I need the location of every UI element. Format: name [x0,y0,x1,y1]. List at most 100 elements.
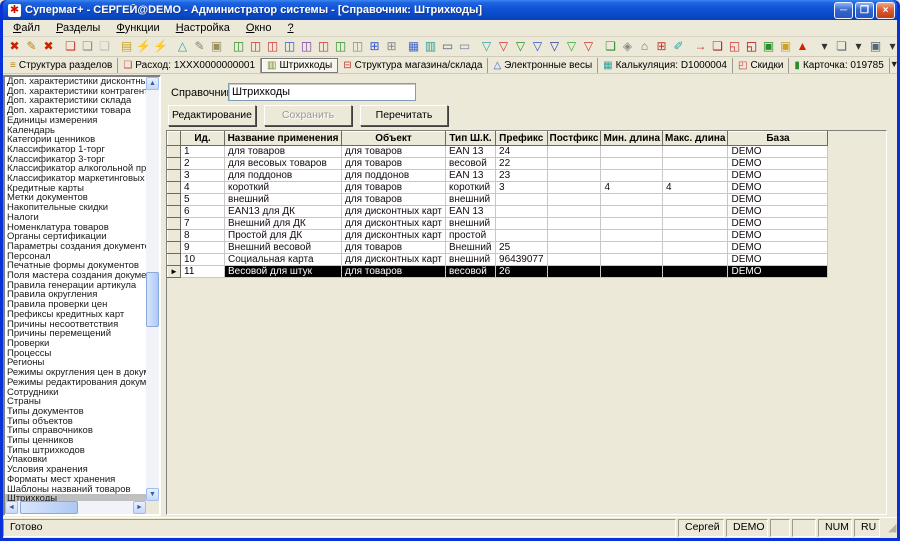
table-cell[interactable]: 11 [181,266,225,278]
table-cell[interactable] [547,182,601,194]
toolbar-icon-2[interactable]: ✎ [23,38,40,55]
table-cell[interactable]: 4 [601,182,663,194]
row-selector[interactable] [168,158,181,170]
table-cell[interactable]: DEMO [728,266,828,278]
table-cell[interactable] [663,170,728,182]
table-cell[interactable]: Внешний весовой [225,242,342,254]
table-row[interactable]: 6EAN13 для ДКдля дисконтных картEAN 13DE… [168,206,828,218]
table-cell[interactable] [547,146,601,158]
menu-item-4[interactable]: Настройка [168,21,238,35]
table-cell[interactable] [663,206,728,218]
toolbar-icon-15[interactable]: ◫ [264,38,281,55]
table-cell[interactable]: для дисконтных карт [342,206,446,218]
toolbar-icon-26[interactable]: ▭ [456,38,473,55]
toolbar-icon-12[interactable]: ▣ [208,38,225,55]
row-selector[interactable] [168,254,181,266]
row-selector[interactable] [168,146,181,158]
table-cell[interactable] [601,158,663,170]
minimize-button[interactable]: ─ [834,2,853,19]
table-cell[interactable]: 1 [181,146,225,158]
table-cell[interactable] [547,218,601,230]
table-cell[interactable] [663,146,728,158]
table-row[interactable]: 2для весовых товаровдля товароввесовой22… [168,158,828,170]
toolbar-icon-33[interactable]: ▽ [580,38,597,55]
tab-2[interactable]: ❏Расход: 1XXX0000000001 [118,58,261,73]
edit-button[interactable]: Редактирование [168,105,256,126]
table-cell[interactable] [663,266,728,278]
sidebar-item[interactable]: Штрихкоды [5,494,146,501]
toolbar-icon-42[interactable]: ◱ [743,38,760,55]
table-cell[interactable] [601,254,663,266]
column-header[interactable]: Тип Ш.К. [446,132,496,146]
table-cell[interactable] [601,146,663,158]
toolbar-icon-11[interactable]: ✎ [191,38,208,55]
table-cell[interactable]: весовой [446,266,496,278]
table-cell[interactable]: внешний [225,194,342,206]
table-cell[interactable]: 8 [181,230,225,242]
table-cell[interactable]: 4 [663,182,728,194]
close-button[interactable]: × [876,2,895,19]
toolbar-icon-21[interactable]: ⊞ [366,38,383,55]
maximize-button[interactable]: ❐ [855,2,874,19]
table-cell[interactable]: 6 [181,206,225,218]
toolbar-icon-24[interactable]: ▥ [422,38,439,55]
table-cell[interactable]: для дисконтных карт [342,218,446,230]
toolbar-icon-16[interactable]: ◫ [281,38,298,55]
toolbar-icon-41[interactable]: ◱ [726,38,743,55]
toolbar-icon-9[interactable]: ⚡ [152,38,169,55]
reread-button[interactable]: Перечитать [360,105,448,126]
table-cell[interactable] [547,230,601,242]
table-cell[interactable] [663,194,728,206]
table-cell[interactable] [547,266,601,278]
column-header[interactable]: Префикс [496,132,548,146]
table-cell[interactable] [601,194,663,206]
row-selector[interactable] [168,242,181,254]
table-cell[interactable] [496,230,548,242]
column-header[interactable]: Объект [342,132,446,146]
resize-grip[interactable]: ◢ [882,519,895,537]
table-cell[interactable]: DEMO [728,218,828,230]
table-cell[interactable]: для весовых товаров [225,158,342,170]
column-header[interactable]: База [728,132,828,146]
table-cell[interactable]: для товаров [342,242,446,254]
table-row[interactable]: 7Внешний для ДКдля дисконтных картвнешни… [168,218,828,230]
toolbar-icon-14[interactable]: ◫ [247,38,264,55]
toolbar-icon-22[interactable]: ⊞ [383,38,400,55]
table-cell[interactable]: 3 [496,182,548,194]
toolbar-icon-40[interactable]: ❏ [709,38,726,55]
toolbar-icon-48[interactable]: ▾ [850,38,867,55]
table-cell[interactable] [496,218,548,230]
toolbar-icon-3[interactable]: ✖ [40,38,57,55]
tab-3[interactable]: ▥Штрихкоды [261,58,338,73]
sidebar-vertical-scrollbar[interactable]: ▲ ▼ [146,77,159,501]
table-row[interactable]: 8Простой для ДКдля дисконтных картпросто… [168,230,828,242]
table-cell[interactable]: Весовой для штук [225,266,342,278]
table-cell[interactable]: для товаров [342,182,446,194]
table-cell[interactable]: простой [446,230,496,242]
table-row[interactable]: 9Внешний весовойдля товаровВнешний25DEMO [168,242,828,254]
table-cell[interactable] [601,230,663,242]
table-row[interactable]: 3для поддоновдля поддоновEAN 1323DEMO [168,170,828,182]
table-cell[interactable]: внешний [446,194,496,206]
toolbar-icon-10[interactable]: △ [174,38,191,55]
toolbar-icon-34[interactable]: ❏ [602,38,619,55]
table-cell[interactable] [547,194,601,206]
toolbar-icon-38[interactable]: ✐ [670,38,687,55]
tab-5[interactable]: △Электронные весы [488,58,598,73]
toolbar-icon-5[interactable]: ❏ [79,38,96,55]
table-cell[interactable]: Простой для ДК [225,230,342,242]
column-header[interactable]: Постфикс [547,132,601,146]
table-row[interactable]: 10Социальная картадля дисконтных картвне… [168,254,828,266]
table-cell[interactable]: для дисконтных карт [342,254,446,266]
row-selector[interactable] [168,218,181,230]
table-cell[interactable] [601,266,663,278]
table-cell[interactable]: 3 [181,170,225,182]
table-row[interactable]: 5внешнийдля товароввнешнийDEMO [168,194,828,206]
table-cell[interactable]: 9 [181,242,225,254]
table-cell[interactable]: 26 [496,266,548,278]
toolbar-icon-1[interactable]: ✖ [6,38,23,55]
toolbar-icon-4[interactable]: ❏ [62,38,79,55]
toolbar-icon-28[interactable]: ▽ [495,38,512,55]
table-cell[interactable]: DEMO [728,206,828,218]
toolbar-icon-19[interactable]: ◫ [332,38,349,55]
